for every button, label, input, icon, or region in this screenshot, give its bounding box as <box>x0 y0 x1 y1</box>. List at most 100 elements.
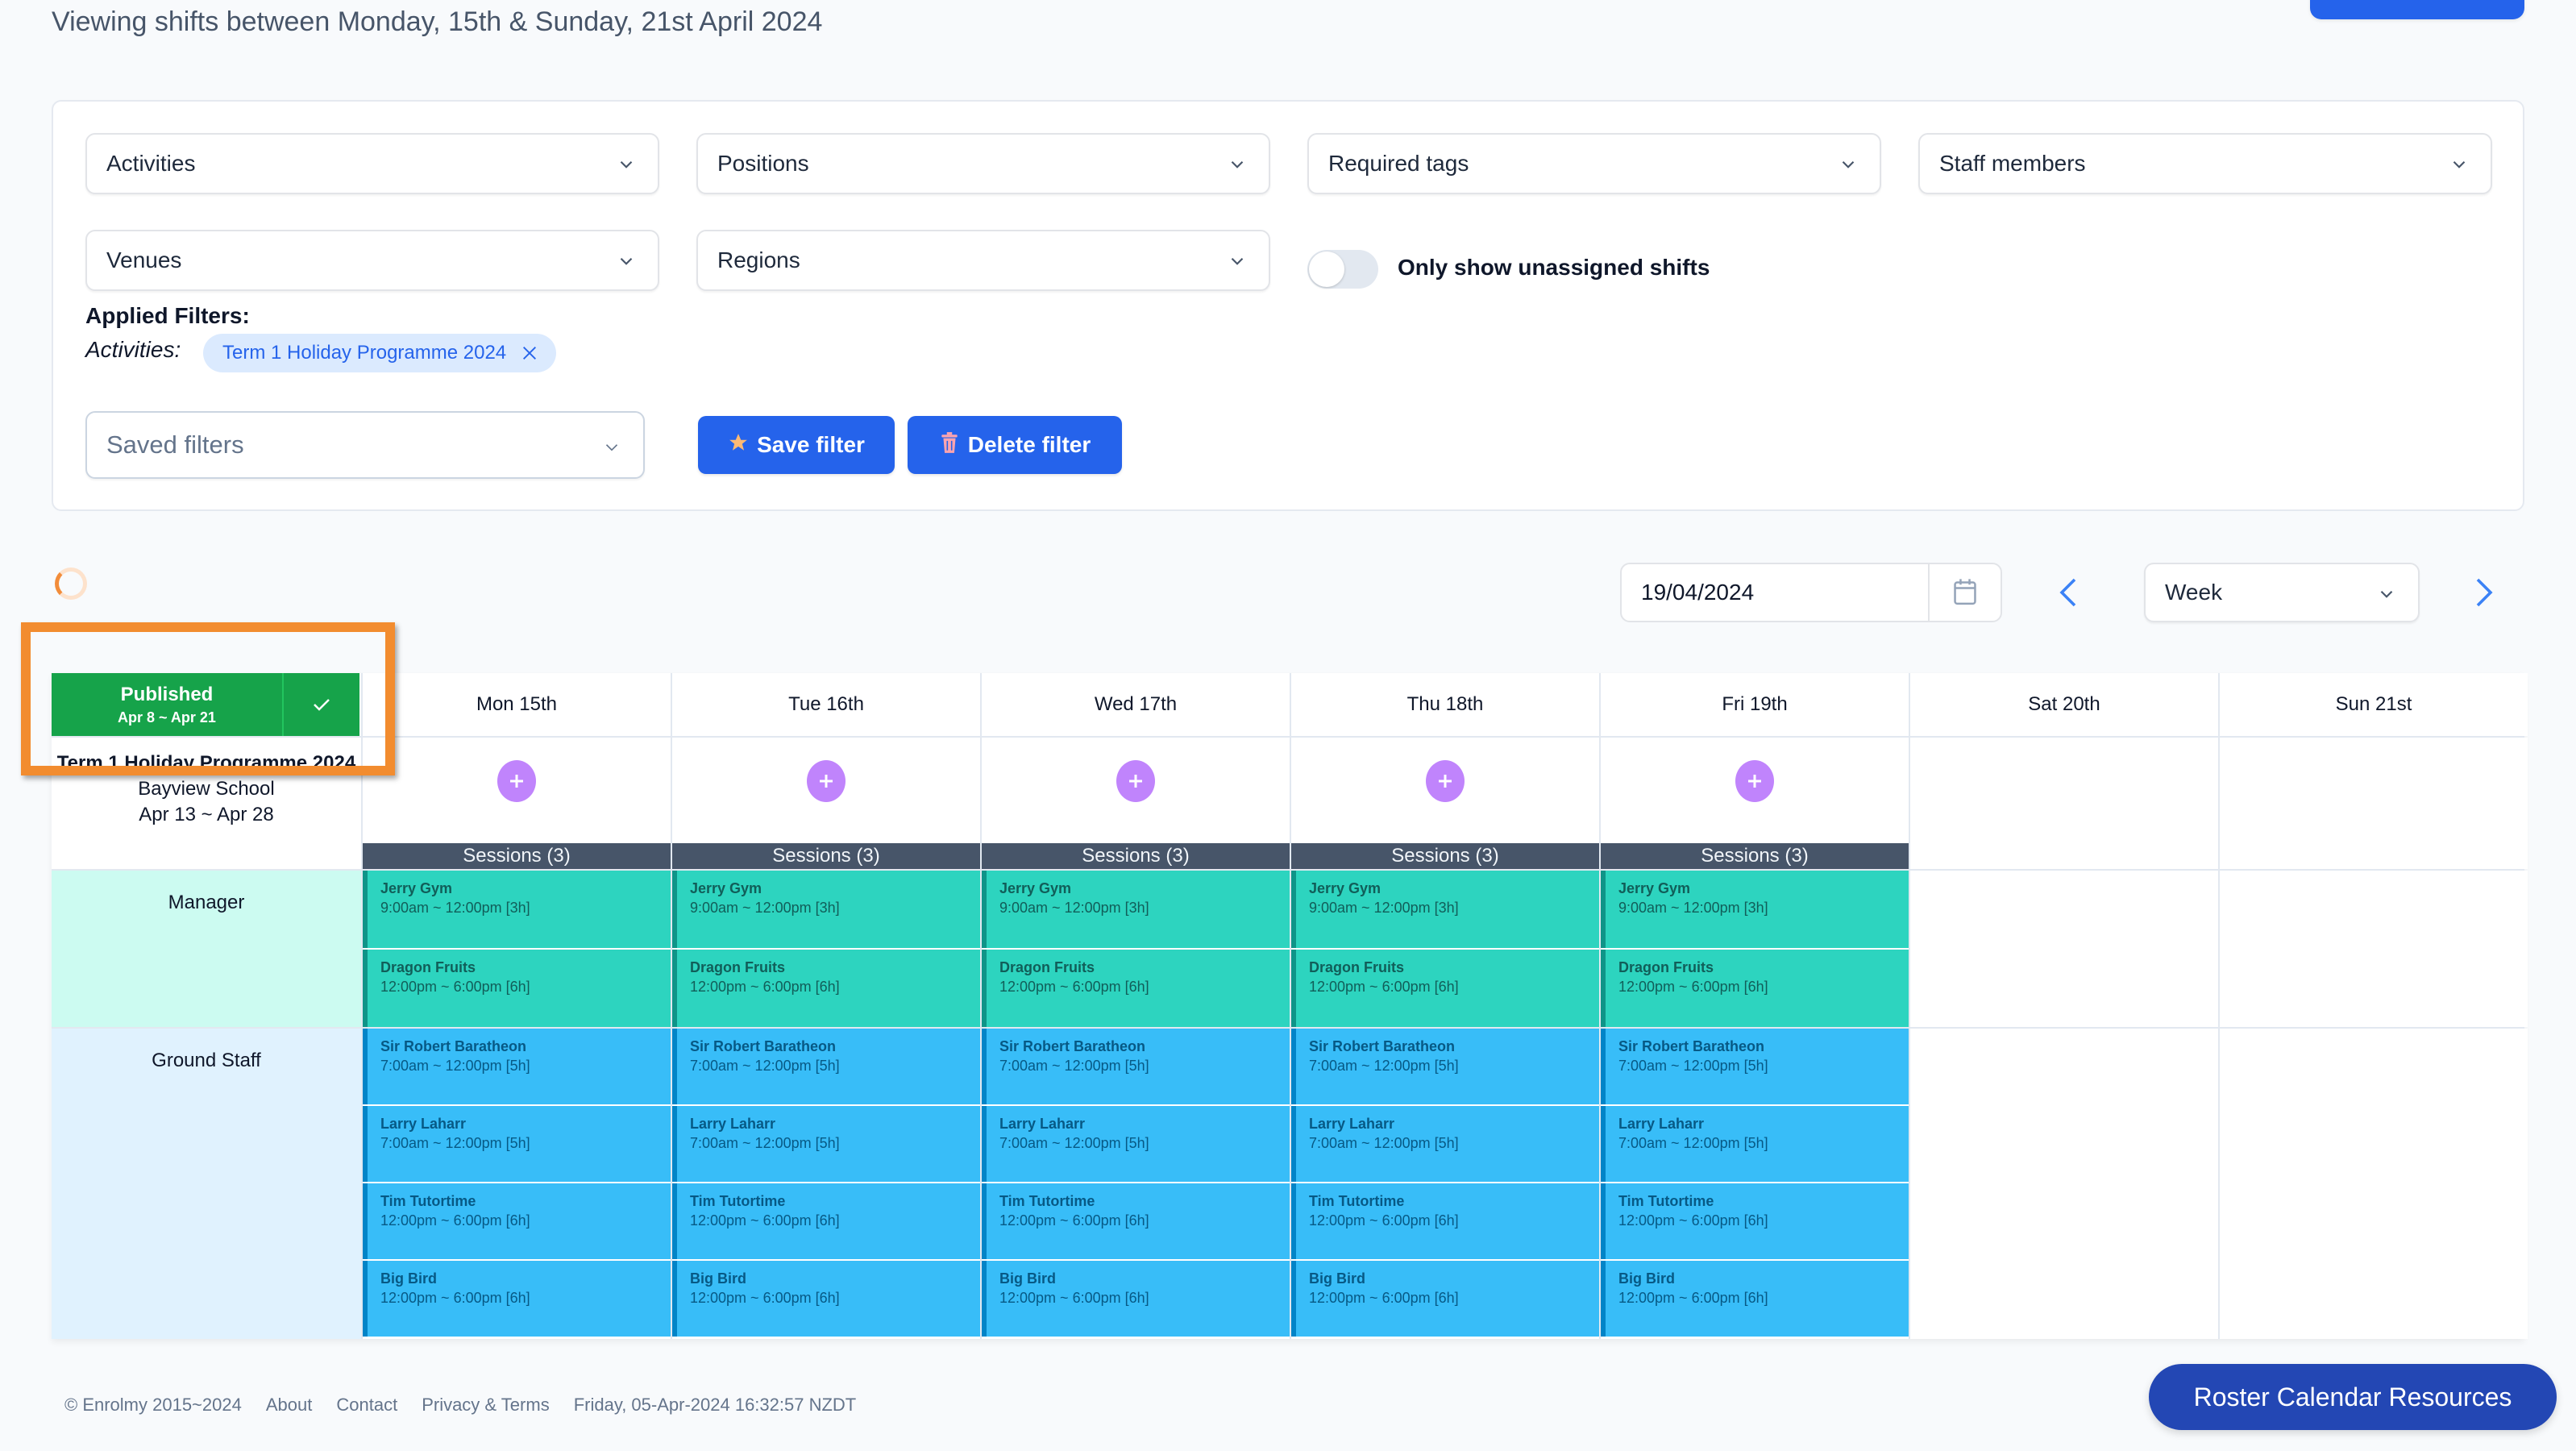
shift-card[interactable]: Jerry Gym 9:00am ~ 12:00pm [3h] <box>672 871 980 948</box>
chevron-right-icon[interactable] <box>2468 574 2500 611</box>
add-shift-button[interactable] <box>807 760 846 802</box>
roster-calendar-resources-button[interactable]: Roster Calendar Resources <box>2149 1364 2557 1430</box>
top-action-button[interactable] <box>2310 0 2524 19</box>
shift-card[interactable]: Big Bird 12:00pm ~ 6:00pm [6h] <box>672 1261 980 1337</box>
published-status-badge[interactable]: Published Apr 8 ~ Apr 21 <box>52 673 359 736</box>
day-header: Fri 19th <box>1601 673 1909 736</box>
regions-dropdown[interactable]: Regions <box>696 230 1270 291</box>
add-shift-button[interactable] <box>1116 760 1155 802</box>
footer-link-about[interactable]: About <box>266 1395 313 1416</box>
sessions-count-bar[interactable]: Sessions (3) <box>1601 843 1909 869</box>
shift-time: 9:00am ~ 12:00pm [3h] <box>380 900 530 916</box>
shift-card[interactable]: Big Bird 12:00pm ~ 6:00pm [6h] <box>1291 1261 1599 1337</box>
published-status-main: Published Apr 8 ~ Apr 21 <box>52 673 284 736</box>
shift-staff-name: Dragon Fruits <box>1618 959 1714 975</box>
shift-card[interactable]: Dragon Fruits 12:00pm ~ 6:00pm [6h] <box>1601 950 1909 1027</box>
shift-time: 9:00am ~ 12:00pm [3h] <box>1618 900 1768 916</box>
role-label-manager: Manager <box>52 871 361 1027</box>
shift-card[interactable]: Sir Robert Baratheon 7:00am ~ 12:00pm [5h… <box>1291 1029 1599 1104</box>
manager-day-cell <box>1910 871 2218 1027</box>
shift-card[interactable]: Larry Laharr 7:00am ~ 12:00pm [5h] <box>982 1106 1290 1182</box>
shift-staff-name: Tim Tutortime <box>1618 1193 1714 1209</box>
shift-time: 12:00pm ~ 6:00pm [6h] <box>1309 1290 1459 1306</box>
shift-card[interactable]: Dragon Fruits 12:00pm ~ 6:00pm [6h] <box>982 950 1290 1027</box>
date-picker-input[interactable]: 19/04/2024 <box>1620 563 2002 622</box>
saved-filters-dropdown[interactable]: Saved filters <box>85 411 645 479</box>
day-header: Mon 15th <box>363 673 671 736</box>
shift-time: 12:00pm ~ 6:00pm [6h] <box>1309 979 1459 995</box>
sessions-count-bar[interactable]: Sessions (3) <box>1291 843 1599 869</box>
sessions-count-bar[interactable]: Sessions (3) <box>982 843 1290 869</box>
chevron-down-icon <box>616 154 637 175</box>
shift-card[interactable]: Jerry Gym 9:00am ~ 12:00pm [3h] <box>363 871 671 948</box>
sessions-count-bar[interactable]: Sessions (3) <box>672 843 980 869</box>
plus-icon <box>510 775 523 788</box>
required-tags-dropdown[interactable]: Required tags <box>1307 133 1881 194</box>
shift-time: 7:00am ~ 12:00pm [5h] <box>1618 1135 1768 1151</box>
shift-card[interactable]: Larry Laharr 7:00am ~ 12:00pm [5h] <box>1601 1106 1909 1182</box>
shift-staff-name: Big Bird <box>1309 1270 1365 1287</box>
shift-card[interactable]: Tim Tutortime 12:00pm ~ 6:00pm [6h] <box>1601 1183 1909 1259</box>
activities-dropdown[interactable]: Activities <box>85 133 659 194</box>
add-shift-button[interactable] <box>1426 760 1465 802</box>
activity-name: Term 1 Holiday Programme 2024 <box>56 752 356 774</box>
roster-calendar-grid: Published Apr 8 ~ Apr 21 Term 1 Holiday … <box>52 673 2528 1339</box>
shift-staff-name: Jerry Gym <box>999 880 1072 896</box>
role-name: Ground Staff <box>152 1050 261 1071</box>
shift-card[interactable]: Big Bird 12:00pm ~ 6:00pm [6h] <box>982 1261 1290 1337</box>
unassigned-shifts-toggle[interactable] <box>1307 250 1378 289</box>
sessions-count-bar[interactable]: Sessions (3) <box>363 843 671 869</box>
shift-time: 12:00pm ~ 6:00pm [6h] <box>690 1212 840 1229</box>
footer-link-contact[interactable]: Contact <box>336 1395 397 1416</box>
positions-dropdown[interactable]: Positions <box>696 133 1270 194</box>
shift-time: 9:00am ~ 12:00pm [3h] <box>690 900 840 916</box>
shift-staff-name: Jerry Gym <box>1618 880 1691 896</box>
check-icon[interactable] <box>284 673 359 736</box>
shift-card[interactable]: Larry Laharr 7:00am ~ 12:00pm [5h] <box>363 1106 671 1182</box>
shift-card[interactable]: Jerry Gym 9:00am ~ 12:00pm [3h] <box>1601 871 1909 948</box>
shift-staff-name: Larry Laharr <box>1309 1116 1395 1132</box>
day-header: Wed 17th <box>982 673 1290 736</box>
day-header: Sun 21st <box>2220 673 2528 736</box>
staff-members-dropdown[interactable]: Staff members <box>1918 133 2492 194</box>
shift-card[interactable]: Dragon Fruits 12:00pm ~ 6:00pm [6h] <box>363 950 671 1027</box>
calendar-icon[interactable] <box>1928 564 2001 621</box>
shift-staff-name: Tim Tutortime <box>1309 1193 1405 1209</box>
shift-card[interactable]: Dragon Fruits 12:00pm ~ 6:00pm [6h] <box>672 950 980 1027</box>
shift-card[interactable]: Big Bird 12:00pm ~ 6:00pm [6h] <box>363 1261 671 1337</box>
day-add-cell: Sessions (3) <box>1291 738 1599 869</box>
add-shift-button[interactable] <box>497 760 536 802</box>
shift-card[interactable]: Sir Robert Baratheon 7:00am ~ 12:00pm [5h… <box>363 1029 671 1104</box>
shift-card[interactable]: Tim Tutortime 12:00pm ~ 6:00pm [6h] <box>672 1183 980 1259</box>
shift-card[interactable]: Jerry Gym 9:00am ~ 12:00pm [3h] <box>982 871 1290 948</box>
shift-time: 7:00am ~ 12:00pm [5h] <box>1618 1058 1768 1074</box>
shift-staff-name: Big Bird <box>690 1270 746 1287</box>
view-mode-dropdown[interactable]: Week <box>2144 563 2420 622</box>
staff-members-dropdown-label: Staff members <box>1939 151 2086 176</box>
shift-staff-name: Sir Robert Baratheon <box>999 1038 1146 1054</box>
venues-dropdown[interactable]: Venues <box>85 230 659 291</box>
loading-spinner-icon <box>55 568 87 600</box>
shift-card[interactable]: Tim Tutortime 12:00pm ~ 6:00pm [6h] <box>363 1183 671 1259</box>
save-filter-button[interactable]: Save filter <box>698 416 895 474</box>
shift-card[interactable]: Dragon Fruits 12:00pm ~ 6:00pm [6h] <box>1291 950 1599 1027</box>
delete-filter-button[interactable]: Delete filter <box>908 416 1122 474</box>
activity-dates: Apr 13 ~ Apr 28 <box>139 804 274 825</box>
shift-card[interactable]: Jerry Gym 9:00am ~ 12:00pm [3h] <box>1291 871 1599 948</box>
shift-card[interactable]: Sir Robert Baratheon 7:00am ~ 12:00pm [5h… <box>1601 1029 1909 1104</box>
shift-card[interactable]: Larry Laharr 7:00am ~ 12:00pm [5h] <box>1291 1106 1599 1182</box>
shift-card[interactable]: Sir Robert Baratheon 7:00am ~ 12:00pm [5h… <box>982 1029 1290 1104</box>
chevron-left-icon[interactable] <box>2052 574 2084 611</box>
shift-staff-name: Tim Tutortime <box>380 1193 476 1209</box>
shift-staff-name: Dragon Fruits <box>690 959 786 975</box>
shift-card[interactable]: Larry Laharr 7:00am ~ 12:00pm [5h] <box>672 1106 980 1182</box>
shift-card[interactable]: Big Bird 12:00pm ~ 6:00pm [6h] <box>1601 1261 1909 1337</box>
chevron-down-icon <box>616 251 637 272</box>
shift-card[interactable]: Tim Tutortime 12:00pm ~ 6:00pm [6h] <box>1291 1183 1599 1259</box>
shift-card[interactable]: Sir Robert Baratheon 7:00am ~ 12:00pm [5h… <box>672 1029 980 1104</box>
shift-card[interactable]: Tim Tutortime 12:00pm ~ 6:00pm [6h] <box>982 1183 1290 1259</box>
close-icon[interactable] <box>521 344 538 362</box>
add-shift-button[interactable] <box>1735 760 1774 802</box>
save-filter-label: Save filter <box>757 432 865 457</box>
footer-link-privacy[interactable]: Privacy & Terms <box>422 1395 550 1416</box>
